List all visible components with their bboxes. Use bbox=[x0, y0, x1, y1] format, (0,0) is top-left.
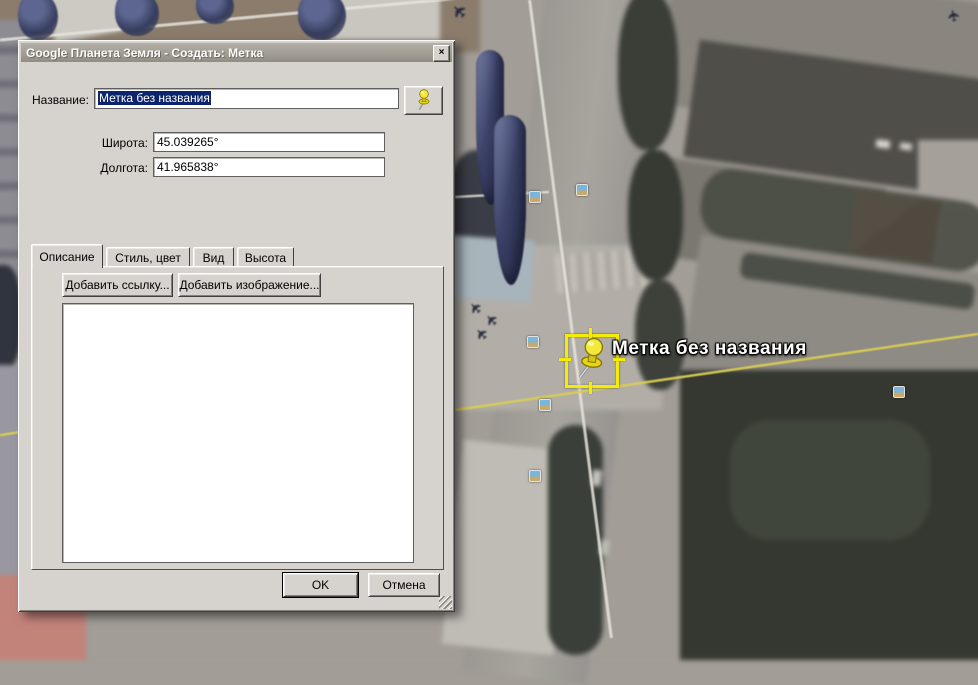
close-icon[interactable]: × bbox=[433, 45, 450, 62]
placemark-pushpin-icon[interactable] bbox=[572, 335, 612, 385]
photo-icon[interactable] bbox=[539, 399, 551, 411]
tree-3d bbox=[196, 0, 234, 24]
airplane-model: ✈ bbox=[448, 0, 471, 23]
photo-icon[interactable] bbox=[529, 470, 541, 482]
longitude-label: Долгота: bbox=[78, 161, 148, 175]
tree-3d bbox=[115, 0, 159, 36]
tree-3d bbox=[18, 0, 58, 40]
airplane-model: ✈ bbox=[467, 298, 487, 318]
longitude-input[interactable]: 41.965838° bbox=[153, 157, 385, 177]
cancel-button[interactable]: Отмена bbox=[368, 573, 440, 597]
placemark-map-label: Метка без названия bbox=[612, 338, 807, 360]
dialog-title: Google Планета Земля - Создать: Метка bbox=[26, 46, 263, 60]
airplane-model: ✈ bbox=[946, 8, 963, 23]
tab-altitude[interactable]: Высота bbox=[237, 247, 294, 267]
cypress-tree-3d bbox=[494, 115, 526, 285]
latitude-label: Широта: bbox=[78, 136, 148, 150]
photo-icon[interactable] bbox=[893, 386, 905, 398]
ok-button[interactable]: OK bbox=[283, 573, 358, 597]
photo-icon[interactable] bbox=[527, 336, 539, 348]
dialog-titlebar[interactable]: Google Планета Земля - Создать: Метка × bbox=[21, 43, 452, 62]
tab-style-color[interactable]: Стиль, цвет bbox=[106, 247, 190, 267]
tree-3d bbox=[298, 0, 346, 40]
pushpin-icon bbox=[415, 89, 433, 112]
tab-description[interactable]: Описание bbox=[31, 244, 103, 268]
selection-tick bbox=[559, 358, 571, 361]
name-label: Название: bbox=[32, 93, 89, 107]
tab-view[interactable]: Вид bbox=[193, 247, 234, 267]
photo-icon[interactable] bbox=[529, 191, 541, 203]
add-link-button[interactable]: Добавить ссылку... bbox=[62, 273, 173, 297]
selection-tick bbox=[589, 382, 592, 394]
photo-icon[interactable] bbox=[576, 184, 588, 196]
resize-grip[interactable] bbox=[439, 596, 452, 609]
latitude-input[interactable]: 45.039265° bbox=[153, 132, 385, 152]
add-image-button[interactable]: Добавить изображение... bbox=[178, 273, 321, 297]
name-input[interactable]: Метка без названия bbox=[94, 88, 399, 109]
create-placemark-dialog: Google Планета Земля - Создать: Метка × … bbox=[18, 40, 455, 612]
name-input-selected-text: Метка без названия bbox=[98, 91, 211, 105]
pushpin-style-button[interactable] bbox=[404, 86, 443, 115]
description-textarea[interactable] bbox=[62, 303, 414, 563]
